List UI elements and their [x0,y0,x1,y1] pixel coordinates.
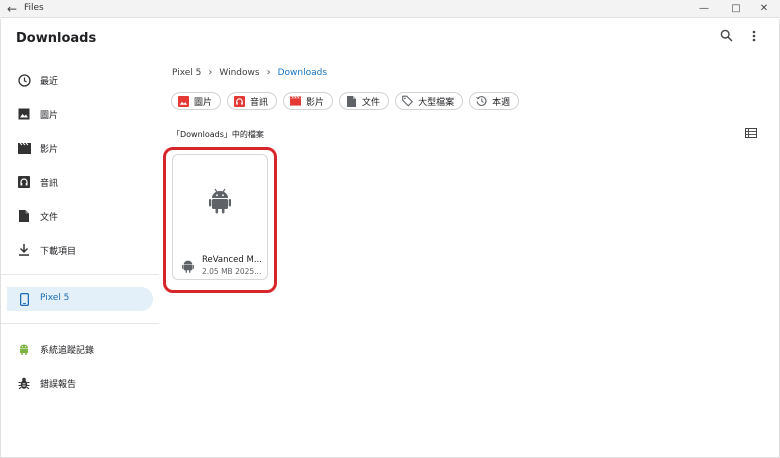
history-icon [476,96,487,107]
sidebar-item-label: 文件 [40,213,59,223]
android-icon [17,342,31,356]
chip-label: 文件 [362,97,381,108]
file-name: ReVanced M... [202,255,262,265]
breadcrumb-current[interactable]: Downloads [278,68,327,78]
sidebar-item-documents[interactable]: 文件 [7,204,153,228]
sidebar-item-system-traces[interactable]: 系統追蹤記錄 [7,337,153,361]
chip-label: 影片 [306,97,325,108]
document-icon [17,209,31,223]
document-icon [346,95,357,107]
sidebar-item-label: 系統追蹤記錄 [40,346,95,356]
chevron-right-icon: › [208,67,213,78]
chip-audio[interactable]: 音訊 [227,92,278,110]
download-icon [17,243,31,257]
window-title: Files [24,3,44,13]
sidebar-item-label: 影片 [40,145,59,155]
chip-label: 本週 [492,97,511,108]
sidebar-item-label: 圖片 [40,111,59,121]
video-icon [290,96,302,107]
breadcrumb-item[interactable]: Pixel 5 [172,68,201,78]
bug-icon [17,376,31,390]
chip-label: 圖片 [194,97,213,108]
chip-images[interactable]: 圖片 [171,92,222,110]
sidebar-item-label: 下載項目 [40,247,77,257]
more-options-icon[interactable] [745,29,763,47]
section-title: 「Downloads」中的檔案 [172,130,264,139]
list-view-icon[interactable] [745,128,757,140]
sidebar: 最近 圖片 影片 音訊 文件 下載項目 Pixel 5 系統追蹤記錄 錯誤報告 [1,63,159,458]
sidebar-item-label: 錯誤報告 [40,380,77,390]
chevron-right-icon: › [266,67,271,78]
search-icon[interactable] [717,29,735,47]
chip-label: 大型檔案 [418,97,455,108]
phone-icon [17,292,31,306]
sidebar-item-images[interactable]: 圖片 [7,102,153,126]
sidebar-item-audio[interactable]: 音訊 [7,170,153,194]
sidebar-item-videos[interactable]: 影片 [7,136,153,160]
chip-this-week[interactable]: 本週 [469,92,520,110]
sidebar-item-bug-reports[interactable]: 錯誤報告 [7,371,153,395]
sidebar-item-downloads[interactable]: 下載項目 [7,238,153,262]
back-arrow-icon[interactable]: ← [4,1,20,17]
chip-label: 音訊 [250,97,269,108]
window-titlebar: ← Files — □ ✕ [0,0,780,18]
files-app: Downloads 最近 圖片 影片 音訊 文件 下載項目 Pixel 5 系統… [0,19,780,458]
android-icon [209,188,231,217]
file-thumbnail [173,155,267,250]
file-meta: 2.05 MB 2025... [202,267,262,276]
audio-icon [234,95,246,107]
chip-videos[interactable]: 影片 [283,92,334,110]
sidebar-item-label: 音訊 [40,179,59,189]
sidebar-divider [1,274,159,275]
audio-icon [17,175,31,189]
chip-large-files[interactable]: 大型檔案 [395,92,464,110]
clapperboard-icon [17,141,31,155]
close-icon[interactable]: ✕ [748,0,780,18]
clock-icon [17,73,31,87]
file-card[interactable]: ReVanced M... 2.05 MB 2025... [172,154,268,280]
page-title: Downloads [16,31,97,46]
filter-chips: 圖片 音訊 影片 文件 大型檔案 本週 [171,92,525,110]
sidebar-divider [1,323,159,324]
image-icon [178,95,189,107]
image-icon [17,107,31,121]
breadcrumb: Pixel 5 › Windows › Downloads [172,67,327,78]
chip-documents[interactable]: 文件 [339,92,390,110]
breadcrumb-item[interactable]: Windows [219,68,259,78]
minimize-icon[interactable]: — [688,0,720,18]
sidebar-item-label: 最近 [40,77,59,87]
android-icon [182,259,194,273]
sidebar-item-recent[interactable]: 最近 [7,68,153,92]
sidebar-item-pixel-5[interactable]: Pixel 5 [7,287,153,311]
sidebar-item-label: Pixel 5 [40,293,70,303]
tag-icon [402,95,414,107]
